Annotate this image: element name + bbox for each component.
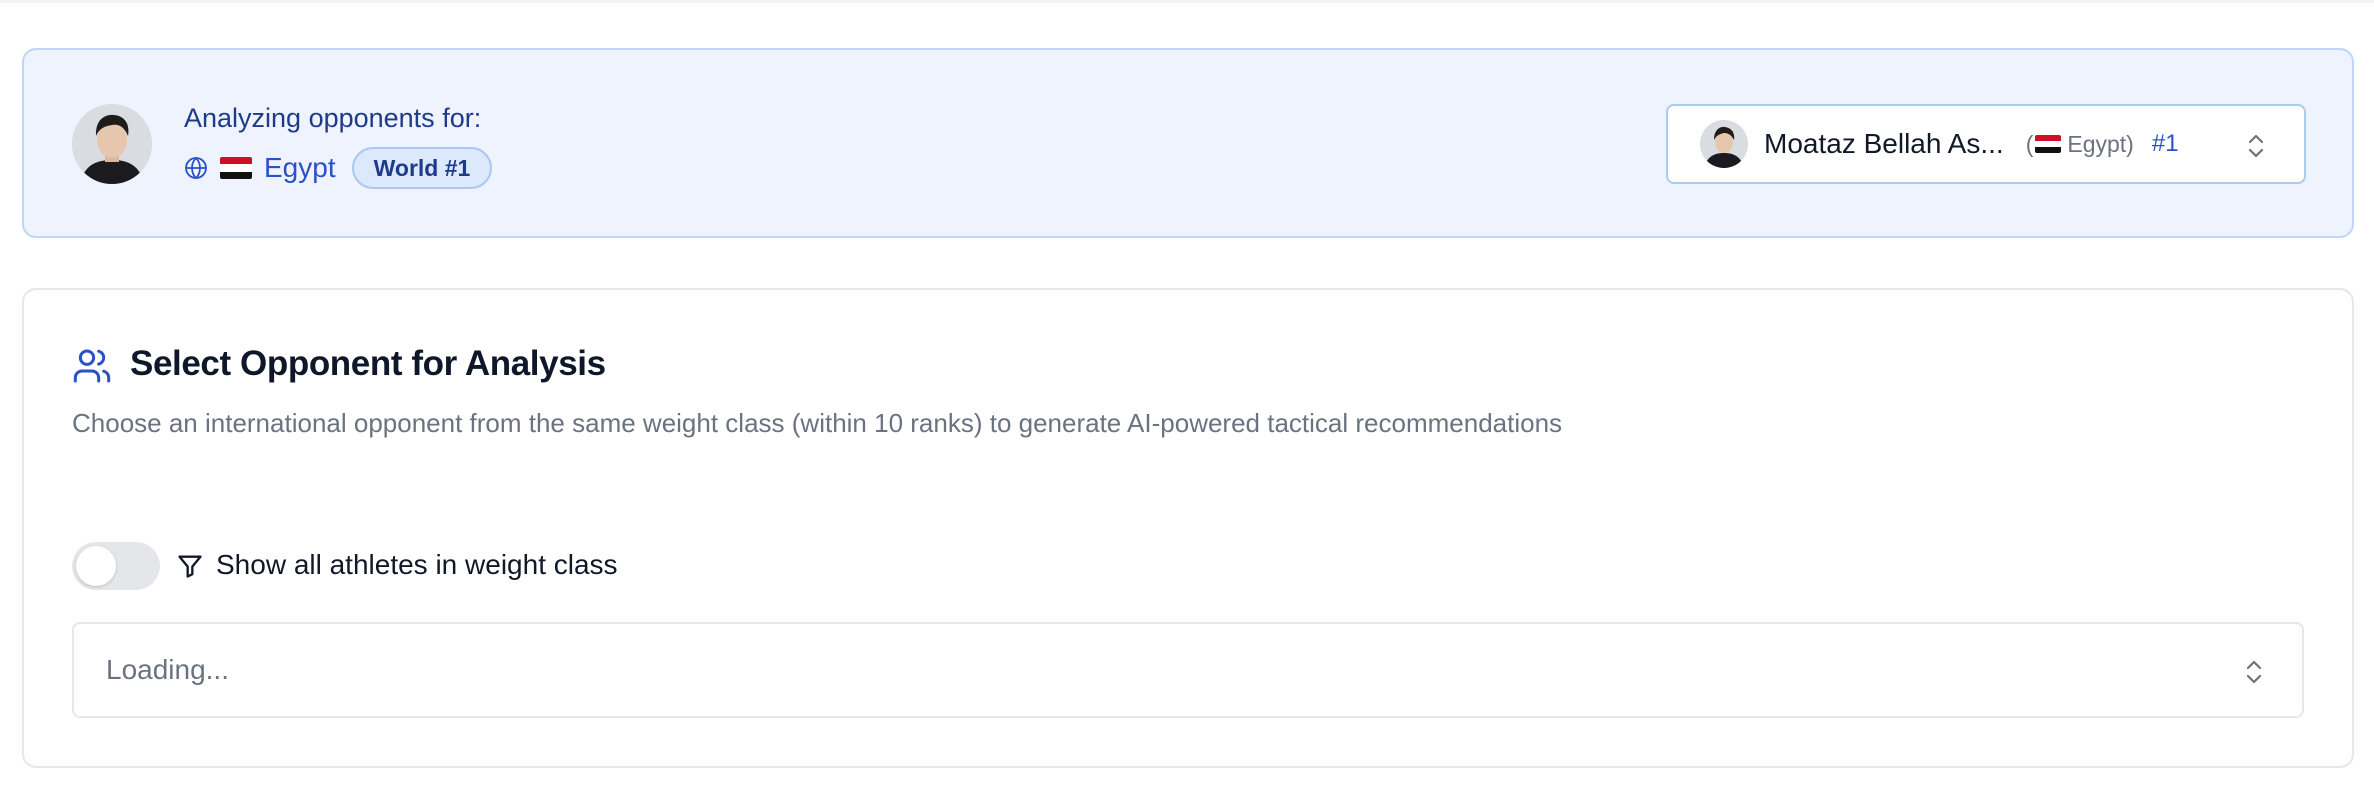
section-description: Choose an international opponent from th… [72,408,1563,438]
current-athlete-card: Analyzing opponents for: Egypt World #1 … [22,48,2354,238]
selected-athlete-rank: #1 [2151,130,2179,157]
section-title: Select Opponent for Analysis [130,344,606,383]
athlete-avatar [72,104,152,184]
filter-icon [178,555,202,578]
selected-country-name: Egypt) [2067,130,2134,157]
selected-athlete-country: ( Egypt) [2026,131,2134,158]
selected-athlete-name: Moataz Bellah As... [1764,128,2004,159]
world-rank-badge: World #1 [351,147,493,189]
chevron-up-down-icon [2246,660,2262,684]
selected-athlete-avatar [1700,120,1748,168]
country-open-paren: ( [2025,130,2034,157]
toggle-label[interactable]: Show all athletes in weight class [216,549,618,581]
opponent-selection-card: Select Opponent for Analysis Choose an i… [22,288,2354,768]
egypt-flag-icon [220,157,252,179]
athlete-country: Egypt [264,152,336,183]
athlete-meta: Egypt World #1 [184,146,493,190]
chevron-up-down-icon [2248,134,2264,158]
users-icon [73,349,111,383]
opponent-select-placeholder: Loading... [106,654,229,685]
show-all-athletes-toggle[interactable] [72,542,160,590]
opponent-select[interactable]: Loading... [72,622,2304,718]
globe-icon [185,156,207,180]
analyzing-label: Analyzing opponents for: [184,103,482,133]
athlete-select[interactable]: Moataz Bellah As... ( Egypt) #1 [1666,104,2306,184]
egypt-flag-icon [2035,135,2062,153]
top-divider [0,0,2374,3]
toggle-knob [76,546,116,586]
